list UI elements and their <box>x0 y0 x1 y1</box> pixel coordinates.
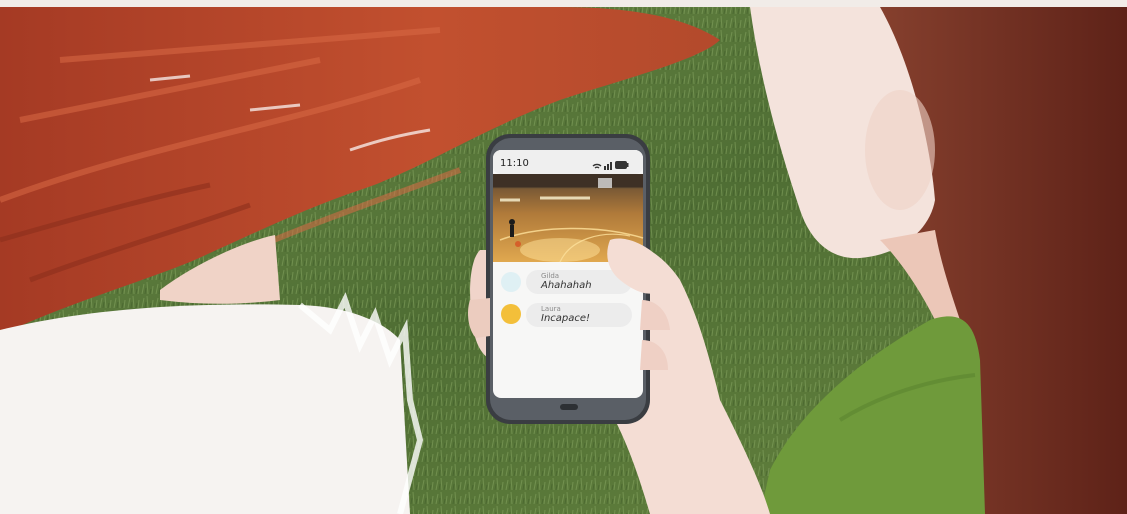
white-shirt <box>0 304 410 514</box>
message-text-2: Incapace! <box>541 313 591 324</box>
message-sender-1: Gilda <box>541 272 560 280</box>
battery-icon <box>615 161 629 169</box>
illustrated-scene: 11:10 Gilda Ahahahah Laura Incapace! <box>0 0 1127 514</box>
phone-status-time: 11:10 <box>500 158 529 169</box>
scene-illustration <box>0 0 1127 514</box>
avatar-laura <box>501 304 521 324</box>
message-text-1: Ahahahah <box>541 280 592 291</box>
message-sender-2: Laura <box>541 305 561 313</box>
avatar-gilda <box>501 272 521 292</box>
top-frame <box>0 0 1127 7</box>
